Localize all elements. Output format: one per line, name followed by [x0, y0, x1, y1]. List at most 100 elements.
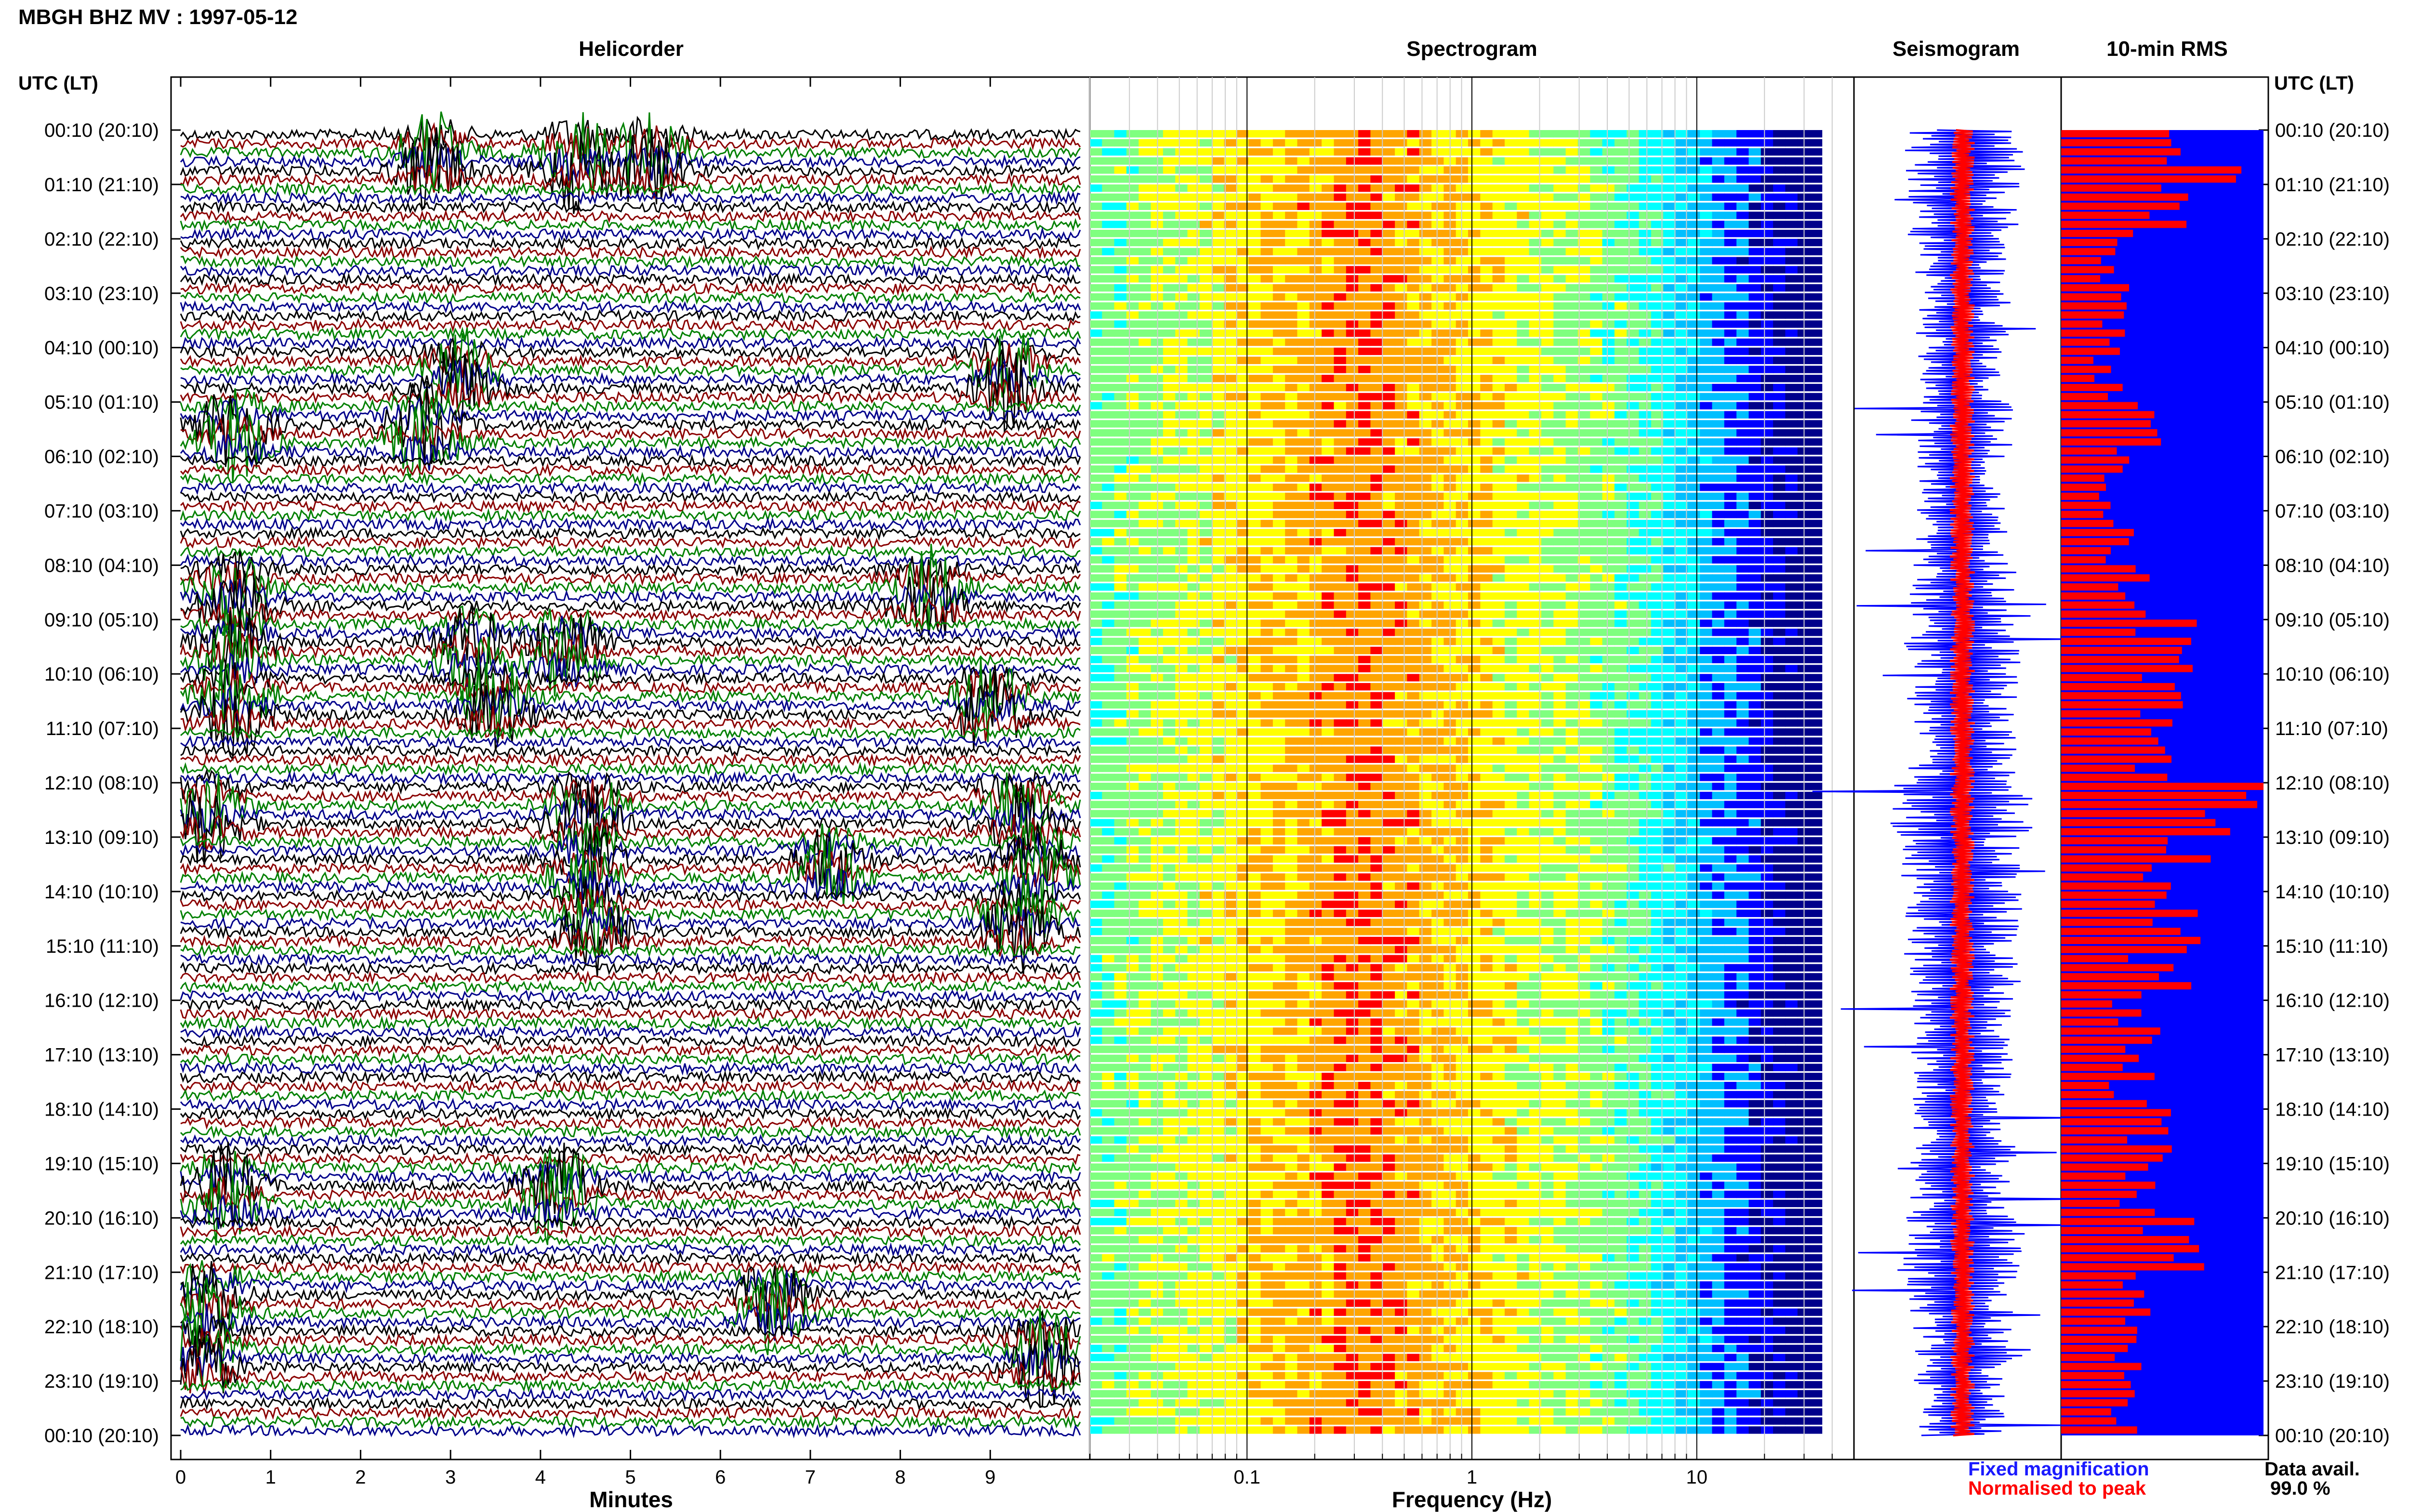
spectrogram-cell — [1785, 202, 1798, 210]
spectrogram-cell — [1297, 248, 1310, 256]
spectrogram-cell — [1663, 266, 1676, 274]
spectrogram-cell — [1456, 139, 1469, 147]
spectrogram-cell — [1639, 248, 1652, 256]
spectrogram-cell — [1126, 456, 1139, 464]
spectrogram-cell — [1736, 420, 1749, 428]
spectrogram-cell — [1639, 375, 1652, 382]
spectrogram-cell — [1419, 728, 1432, 736]
spectrogram-cell — [1810, 356, 1823, 364]
spectrogram-cell — [1773, 248, 1786, 256]
spectrogram-cell — [1724, 574, 1737, 582]
spectrogram-cell — [1736, 429, 1749, 437]
spectrogram-cell — [1309, 429, 1322, 437]
spectrogram-cell — [1602, 484, 1615, 491]
spectrogram-cell — [1614, 501, 1627, 509]
spectrogram-cell — [1577, 601, 1590, 609]
spectrogram-cell — [1248, 221, 1261, 228]
spectrogram-cell — [1224, 837, 1237, 845]
spectrogram-cell — [1346, 719, 1359, 727]
spectrogram-cell — [1370, 610, 1383, 618]
spectrogram-cell — [1553, 193, 1566, 201]
spectrogram-cell — [1712, 520, 1725, 527]
spectrogram-cell — [1163, 764, 1176, 772]
spectrogram-cell — [1456, 447, 1469, 455]
spectrogram-cell — [1724, 484, 1737, 491]
time-tick-label-right: 07:10 (03:10) — [2275, 500, 2390, 522]
spectrogram-cell — [1102, 701, 1115, 709]
spectrogram-cell — [1627, 438, 1640, 446]
spectrogram-cell — [1785, 329, 1798, 337]
spectrogram-cell — [1748, 637, 1761, 645]
spectrogram-cell — [1773, 257, 1786, 264]
spectrogram-cell — [1748, 347, 1761, 355]
spectrogram-cell — [1163, 719, 1176, 727]
spectrogram-cell — [1553, 148, 1566, 156]
spectrogram-cell — [1102, 302, 1115, 310]
spectrogram-cell — [1712, 828, 1725, 836]
spectrogram-cell — [1090, 420, 1103, 428]
spectrogram-cell — [1712, 574, 1725, 582]
spectrogram-cell — [1492, 755, 1505, 763]
spectrogram-cell — [1102, 737, 1115, 745]
spectrogram-cell — [1358, 501, 1371, 509]
spectrogram-cell — [1724, 556, 1737, 564]
spectrogram-cell — [1517, 366, 1530, 373]
spectrogram-cell — [1553, 737, 1566, 745]
spectrogram-cell — [1163, 737, 1176, 745]
spectrogram-cell — [1407, 175, 1420, 183]
spectrogram-cell — [1700, 275, 1713, 283]
spectrogram-cell — [1126, 837, 1139, 845]
spectrogram-cell — [1224, 791, 1237, 800]
spectrogram-cell — [1663, 565, 1676, 573]
spectrogram-cell — [1517, 447, 1530, 455]
spectrogram-cell — [1614, 148, 1627, 156]
spectrogram-cell — [1553, 474, 1566, 482]
helicorder-trace — [180, 226, 1081, 242]
spectrogram-cell — [1480, 311, 1493, 319]
spectrogram-cell — [1810, 556, 1823, 564]
spectrogram-cell — [1505, 238, 1518, 247]
spectrogram-cell — [1785, 583, 1798, 591]
spectrogram-cell — [1456, 266, 1469, 274]
spectrogram-cell — [1272, 529, 1285, 537]
spectrogram-cell — [1199, 755, 1212, 763]
spectrogram-cell — [1322, 456, 1335, 464]
spectrogram-cell — [1224, 601, 1237, 609]
spectrogram-cell — [1285, 828, 1298, 836]
spectrogram-cell — [1395, 701, 1408, 709]
spectrogram-cell — [1565, 383, 1578, 392]
spectrogram-cell — [1577, 529, 1590, 537]
spectrogram-cell — [1590, 130, 1603, 138]
spectrogram-cell — [1517, 619, 1530, 627]
spectrogram-cell — [1334, 311, 1347, 319]
spectrogram-cell — [1712, 556, 1725, 564]
spectrogram-cell — [1553, 637, 1566, 645]
spectrogram-cell — [1260, 601, 1273, 609]
time-tick-label-left: 15:10 (11:10) — [46, 936, 159, 957]
spectrogram-cell — [1322, 646, 1335, 655]
spectrogram-cell — [1724, 347, 1737, 355]
spectrogram-cell — [1322, 828, 1335, 836]
spectrogram-cell — [1419, 211, 1432, 219]
spectrogram-cell — [1395, 719, 1408, 727]
spectrogram-cell — [1199, 411, 1212, 419]
spectrogram-cell — [1492, 492, 1505, 500]
spectrogram-cell — [1687, 139, 1700, 147]
spectrogram-cell — [1456, 783, 1469, 790]
spectrogram-cell — [1505, 184, 1518, 192]
spectrogram-cell — [1297, 511, 1310, 518]
spectrogram-cell — [1419, 755, 1432, 763]
spectrogram-cell — [1102, 130, 1115, 138]
spectrogram-cell — [1663, 574, 1676, 582]
spectrogram-cell — [1517, 166, 1530, 174]
spectrogram-cell — [1248, 511, 1261, 518]
spectrogram-cell — [1187, 828, 1200, 836]
spectrogram-cell — [1541, 157, 1554, 165]
spectrogram-cell — [1370, 791, 1383, 800]
spectrogram-cell — [1358, 130, 1371, 138]
spectrogram-cell — [1260, 737, 1273, 745]
spectrogram-cell — [1553, 338, 1566, 346]
spectrogram-cell — [1395, 492, 1408, 500]
spectrogram-cell — [1700, 783, 1713, 790]
spectrogram-cell — [1602, 610, 1615, 618]
